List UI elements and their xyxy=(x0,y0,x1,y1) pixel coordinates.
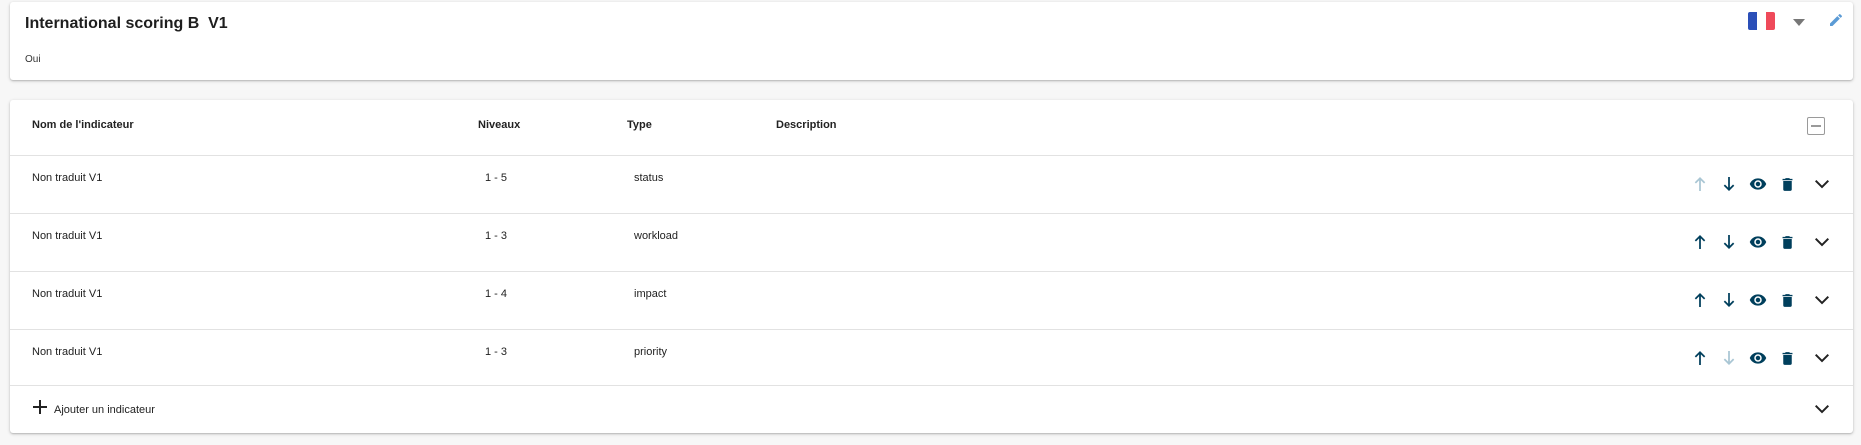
arrow-down-icon[interactable] xyxy=(1719,174,1739,194)
add-indicator-row: Ajouter un indicateur xyxy=(10,385,1853,433)
indicator-name: Non traduit V1 xyxy=(32,288,103,300)
france-flag-icon[interactable] xyxy=(1748,12,1775,30)
arrow-up-icon[interactable] xyxy=(1690,290,1710,310)
arrow-up-icon[interactable] xyxy=(1690,232,1710,252)
arrow-down-icon[interactable] xyxy=(1719,290,1739,310)
column-header-levels: Niveaux xyxy=(478,119,521,131)
arrow-down-icon[interactable] xyxy=(1719,232,1739,252)
indicator-levels: 1 - 3 xyxy=(485,346,508,358)
column-header-name: Nom de l'indicateur xyxy=(32,119,134,131)
indicator-type: workload xyxy=(634,230,679,242)
eye-icon[interactable] xyxy=(1748,290,1768,310)
indicator-levels: 1 - 3 xyxy=(485,230,508,242)
indicator-type: status xyxy=(634,172,664,184)
page-title: International scoring B V1 xyxy=(25,15,228,32)
table-row: Non traduit V1 1 - 3 workload xyxy=(10,213,1853,271)
row-actions xyxy=(1690,174,1797,194)
trash-icon[interactable] xyxy=(1777,348,1797,368)
arrow-up-icon[interactable] xyxy=(1690,348,1710,368)
table-row: Non traduit V1 1 - 5 status xyxy=(10,155,1853,213)
indicator-levels: 1 - 5 xyxy=(485,172,508,184)
caret-down-icon[interactable] xyxy=(1791,16,1807,28)
indicator-levels: 1 - 4 xyxy=(485,288,508,300)
column-header-description: Description xyxy=(776,119,837,131)
trash-icon[interactable] xyxy=(1777,174,1797,194)
arrow-up-icon xyxy=(1690,174,1710,194)
column-header-type: Type xyxy=(627,119,652,131)
table-row: Non traduit V1 1 - 4 impact xyxy=(10,271,1853,329)
row-actions xyxy=(1690,348,1797,368)
indicator-type: priority xyxy=(634,346,668,358)
header-subtitle: Oui xyxy=(25,54,41,65)
pencil-icon[interactable] xyxy=(1828,12,1846,30)
eye-icon[interactable] xyxy=(1748,348,1768,368)
table-row: Non traduit V1 1 - 3 priority xyxy=(10,329,1853,387)
trash-icon[interactable] xyxy=(1777,232,1797,252)
add-indicator-label: Ajouter un indicateur xyxy=(54,403,155,416)
chevron-down-icon[interactable] xyxy=(1812,174,1832,194)
indicator-name: Non traduit V1 xyxy=(32,230,103,242)
indicator-name: Non traduit V1 xyxy=(32,172,103,184)
row-actions xyxy=(1690,290,1797,310)
indicator-type: impact xyxy=(634,288,667,300)
chevron-down-icon[interactable] xyxy=(1812,348,1832,368)
eye-icon[interactable] xyxy=(1748,232,1768,252)
trash-icon[interactable] xyxy=(1777,290,1797,310)
row-actions xyxy=(1690,232,1797,252)
chevron-down-icon[interactable] xyxy=(1812,232,1832,252)
indicator-name: Non traduit V1 xyxy=(32,346,103,358)
collapse-all-icon[interactable] xyxy=(1807,117,1825,135)
chevron-down-icon[interactable] xyxy=(1812,399,1832,419)
indicator-table: Nom de l'indicateur Niveaux Type Descrip… xyxy=(10,100,1853,433)
chevron-down-icon[interactable] xyxy=(1812,290,1832,310)
arrow-down-icon xyxy=(1719,348,1739,368)
plus-icon xyxy=(32,399,48,420)
indicator-group-header: International scoring B V1 Oui xyxy=(10,2,1853,80)
eye-icon[interactable] xyxy=(1748,174,1768,194)
add-indicator-button[interactable]: Ajouter un indicateur xyxy=(32,399,155,420)
